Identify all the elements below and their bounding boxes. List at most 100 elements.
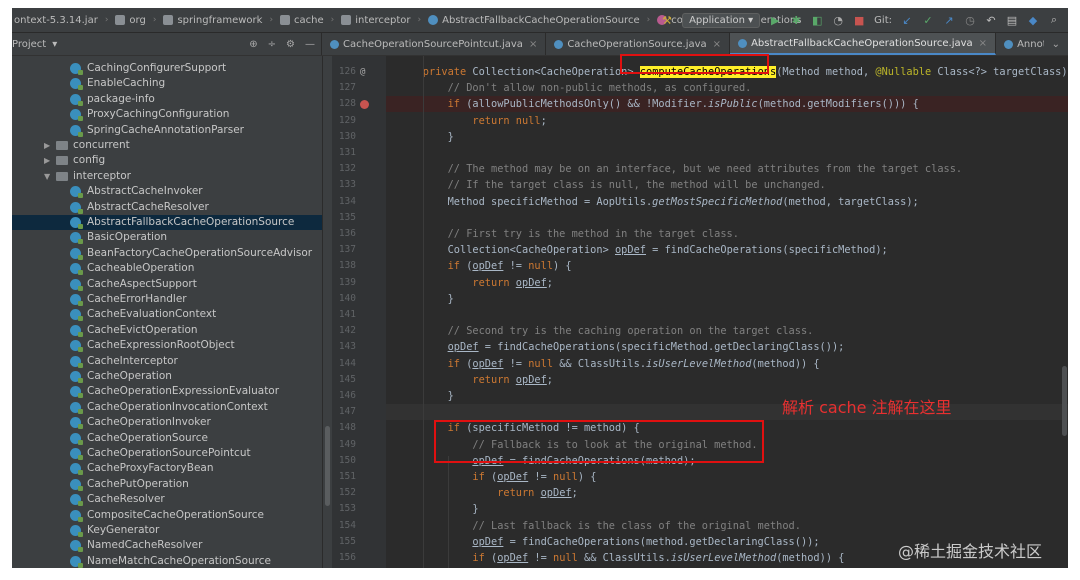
editor-scrollbar-thumb[interactable] bbox=[1062, 366, 1067, 436]
tree-class-item[interactable]: CacheOperation bbox=[70, 369, 172, 384]
code-line[interactable] bbox=[386, 145, 1068, 161]
tree-class-item[interactable]: CacheEvaluationContext bbox=[70, 307, 216, 322]
tree-class-item[interactable]: KeyGenerator bbox=[70, 523, 159, 538]
breadcrumb-springframework[interactable]: springframework bbox=[161, 15, 264, 26]
code-line[interactable]: if (specificMethod != method) { bbox=[386, 420, 1068, 436]
code-line[interactable]: Method specificMethod = AopUtils.getMost… bbox=[386, 194, 1068, 210]
debug-icon[interactable]: ✱ bbox=[790, 14, 802, 27]
run-icon[interactable]: ▶ bbox=[769, 14, 781, 27]
tree-scrollbar[interactable] bbox=[323, 56, 332, 568]
code-line[interactable]: if (opDef != null) { bbox=[386, 258, 1068, 274]
code-line[interactable]: private Collection<CacheOperation> compu… bbox=[386, 64, 1068, 80]
code-line[interactable]: return opDef; bbox=[386, 372, 1068, 388]
code-line[interactable]: } bbox=[386, 501, 1068, 517]
code-line[interactable]: return opDef; bbox=[386, 485, 1068, 501]
code-line[interactable]: } bbox=[386, 388, 1068, 404]
rollback-icon[interactable]: ↶ bbox=[985, 14, 997, 27]
close-icon[interactable]: × bbox=[979, 38, 987, 49]
project-structure-icon[interactable]: ▤ bbox=[1006, 14, 1018, 27]
tree-class-item[interactable]: CacheInterceptor bbox=[70, 354, 178, 369]
editor-tab[interactable]: CacheOperationSourcePointcut.java × bbox=[322, 33, 547, 55]
tree-class-item[interactable]: BasicOperation bbox=[70, 230, 167, 245]
breadcrumb-interceptor[interactable]: interceptor bbox=[339, 15, 412, 26]
tree-class-item[interactable]: CachePutOperation bbox=[70, 477, 189, 492]
code-line[interactable]: opDef = findCacheOperations(specificMeth… bbox=[386, 339, 1068, 355]
code-line[interactable]: } bbox=[386, 291, 1068, 307]
tree-class-item[interactable]: ProxyCachingConfiguration bbox=[70, 107, 229, 122]
code-line[interactable]: return opDef; bbox=[386, 275, 1068, 291]
tree-class-item[interactable]: CacheEvictOperation bbox=[70, 323, 198, 338]
breadcrumb-org[interactable]: org bbox=[113, 15, 147, 26]
code-line[interactable]: // Fallback is to look at the original m… bbox=[386, 437, 1068, 453]
code-line[interactable]: if (opDef != null) { bbox=[386, 469, 1068, 485]
tree-class-item[interactable]: SpringCacheAnnotationParser bbox=[70, 123, 244, 138]
tree-class-item[interactable]: CacheExpressionRootObject bbox=[70, 338, 235, 353]
tree-class-item[interactable]: CacheableOperation bbox=[70, 261, 194, 276]
code-line[interactable]: if (allowPublicMethodsOnly() && !Modifie… bbox=[386, 96, 1068, 113]
tree-class-item[interactable]: CacheOperationSourcePointcut bbox=[70, 446, 251, 461]
chevron-right-icon[interactable]: ▶ bbox=[44, 153, 56, 168]
profile-icon[interactable]: ◔ bbox=[832, 14, 844, 27]
tree-scrollbar-thumb[interactable] bbox=[325, 426, 330, 506]
code-line[interactable]: // Last fallback is the class of the ori… bbox=[386, 518, 1068, 534]
git-update-icon[interactable]: ↙ bbox=[901, 14, 913, 27]
override-marker-icon[interactable]: @ bbox=[360, 64, 365, 80]
tree-class-item[interactable]: CacheOperationInvocationContext bbox=[70, 400, 268, 415]
chevron-down-icon[interactable]: ▼ bbox=[44, 169, 56, 184]
hammer-icon[interactable]: ⚒ bbox=[661, 14, 673, 27]
tree-class-item[interactable]: package-info bbox=[70, 92, 155, 107]
search-icon[interactable]: ⌕ bbox=[1048, 13, 1060, 27]
code-line[interactable]: } bbox=[386, 129, 1068, 145]
tree-class-item[interactable]: CacheOperationExpressionEvaluator bbox=[70, 384, 279, 399]
code-line[interactable]: // The method may be on an interface, bu… bbox=[386, 161, 1068, 177]
git-commit-icon[interactable]: ✓ bbox=[922, 14, 934, 27]
tree-class-item[interactable]: CacheErrorHandler bbox=[70, 292, 187, 307]
code-line[interactable]: // First try is the method in the target… bbox=[386, 226, 1068, 242]
editor-tab[interactable]: AbstractFallbackCacheOperationSource.jav… bbox=[730, 33, 997, 55]
close-icon[interactable]: × bbox=[529, 39, 537, 50]
tree-class-item[interactable]: CacheResolver bbox=[70, 492, 165, 507]
tree-class-item[interactable]: CacheAspectSupport bbox=[70, 277, 197, 292]
code-line[interactable]: // Don't allow non-public methods, as co… bbox=[386, 80, 1068, 96]
code-line[interactable]: return null; bbox=[386, 113, 1068, 129]
tree-class-item[interactable]: CachingConfigurerSupport bbox=[70, 61, 226, 76]
breadcrumb-cache[interactable]: cache bbox=[278, 15, 326, 26]
code-line[interactable]: opDef = findCacheOperations(method); bbox=[386, 453, 1068, 469]
tree-class-item[interactable]: NamedCacheResolver bbox=[70, 538, 202, 553]
tree-class-item[interactable]: BeanFactoryCacheOperationSourceAdvisor bbox=[70, 246, 312, 261]
tree-class-item[interactable]: CacheOperationSource bbox=[70, 431, 208, 446]
code-editor[interactable]: private Collection<CacheOperation> compu… bbox=[386, 56, 1068, 568]
chevron-down-icon[interactable]: ▾ bbox=[52, 39, 57, 50]
tree-class-item[interactable]: NameMatchCacheOperationSource bbox=[70, 554, 271, 568]
code-line[interactable]: if (opDef != null && ClassUtils.isUserLe… bbox=[386, 356, 1068, 372]
stop-icon[interactable]: ■ bbox=[853, 14, 865, 27]
editor-scrollbar[interactable] bbox=[1060, 56, 1068, 568]
coverage-icon[interactable]: ◧ bbox=[811, 14, 823, 27]
tree-class-item[interactable]: AbstractCacheResolver bbox=[70, 200, 209, 215]
tree-folder-item[interactable]: ▶ config bbox=[44, 153, 105, 168]
gear-icon[interactable]: ⚙ bbox=[286, 39, 295, 50]
jetbrains-icon[interactable]: ◆ bbox=[1027, 14, 1039, 27]
collapse-all-icon[interactable]: ÷ bbox=[268, 39, 276, 50]
code-line[interactable] bbox=[386, 210, 1068, 226]
history-icon[interactable]: ◷ bbox=[964, 14, 976, 27]
tabs-chevron-down-icon[interactable]: ⌄ bbox=[1044, 39, 1068, 50]
editor-tab[interactable]: AnnotationCacheOperationSource.java× bbox=[996, 33, 1044, 55]
project-panel-title[interactable]: Project bbox=[12, 39, 46, 50]
code-line[interactable] bbox=[386, 404, 1068, 421]
code-line[interactable]: return opDef; bbox=[386, 566, 1068, 568]
tree-class-item[interactable]: CompositeCacheOperationSource bbox=[70, 508, 264, 523]
breakpoint-icon[interactable] bbox=[360, 99, 369, 109]
tree-folder-item[interactable]: ▼ interceptor bbox=[44, 169, 131, 184]
tree-class-item[interactable]: AbstractFallbackCacheOperationSource bbox=[12, 215, 322, 230]
git-push-icon[interactable]: ↗ bbox=[943, 14, 955, 27]
tree-class-item[interactable]: AbstractCacheInvoker bbox=[70, 184, 203, 199]
breadcrumb-jar[interactable]: ontext-5.3.14.jar bbox=[12, 15, 100, 26]
locate-icon[interactable]: ⊕ bbox=[249, 39, 257, 50]
code-line[interactable] bbox=[386, 307, 1068, 323]
code-line[interactable]: // Second try is the caching operation o… bbox=[386, 323, 1068, 339]
code-line[interactable]: Collection<CacheOperation> opDef = findC… bbox=[386, 242, 1068, 258]
breadcrumb-class[interactable]: AbstractFallbackCacheOperationSource bbox=[426, 15, 641, 26]
tree-folder-item[interactable]: ▶ concurrent bbox=[44, 138, 130, 153]
tree-class-item[interactable]: CacheOperationInvoker bbox=[70, 415, 211, 430]
